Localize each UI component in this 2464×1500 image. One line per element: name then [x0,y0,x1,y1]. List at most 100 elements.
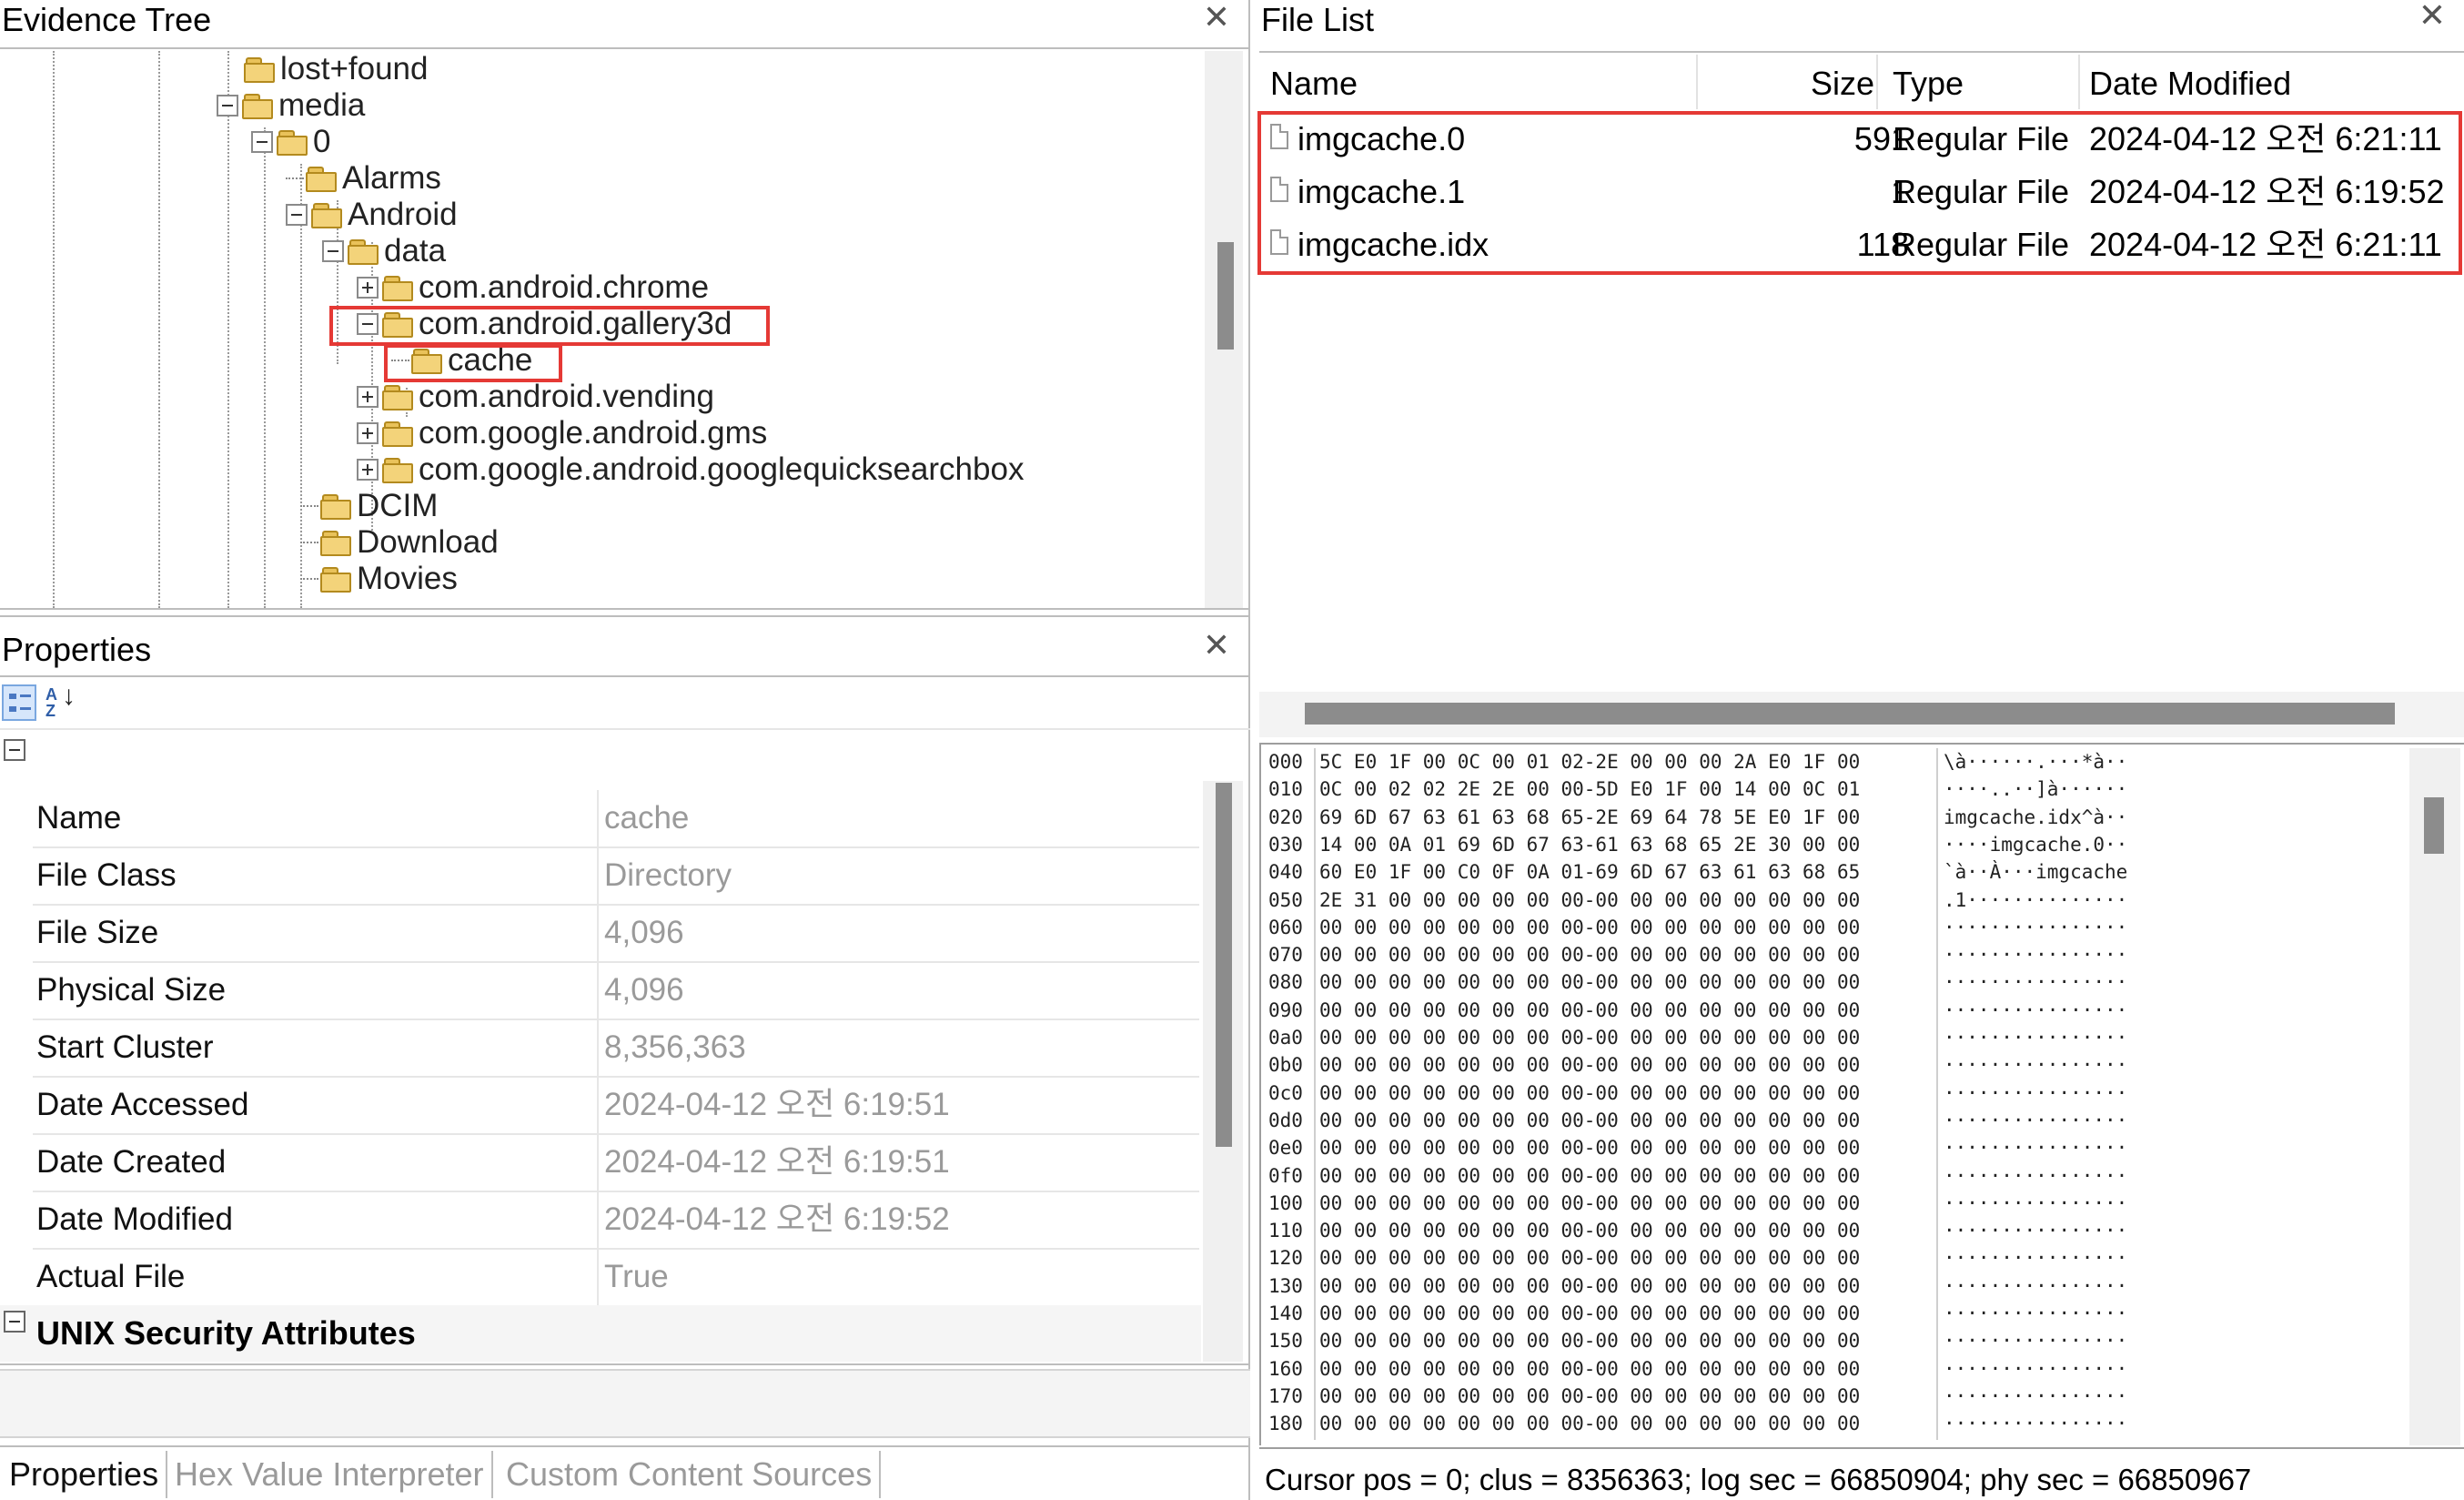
hex-ascii: ················ [1944,1330,2128,1353]
tree-node-label: Alarms [342,160,441,196]
property-label: Physical Size [36,972,227,1008]
column-divider[interactable] [1696,55,1698,109]
evidence-tree-close-icon[interactable]: ✕ [1201,1,1232,35]
properties-bottom-border [0,1363,1250,1365]
property-row-file-size[interactable]: File Size 4,096 [33,905,1199,963]
collapse-icon[interactable] [4,1311,25,1333]
tree-node-label: Android [348,197,458,232]
property-row-physical-size[interactable]: Physical Size 4,096 [33,962,1199,1020]
tree-node-android[interactable]: Android [286,197,458,233]
hex-bytes: 00 00 00 00 00 00 00 00-00 00 00 00 00 0… [1319,1027,1861,1049]
property-row-date-created[interactable]: Date Created 2024-04-12 오전 6:19:51 [33,1134,1199,1192]
pane-splitter[interactable] [1248,0,1250,1500]
hex-ascii: \à······.···*à·· [1944,751,2128,773]
file-list-hscrollbar-thumb[interactable] [1305,703,2395,725]
property-value: 2024-04-12 오전 6:19:51 [604,1144,950,1180]
tree-node-label: data [384,233,447,269]
hex-offset: 070 [1268,944,1303,967]
expand-icon[interactable] [357,459,379,481]
hex-viewer[interactable]: 000 5C E0 1F 00 0C 00 01 02-2E 00 00 00 2… [1263,748,2406,1440]
tree-node-media[interactable]: media [217,87,365,124]
column-divider[interactable] [2078,55,2080,109]
evidence-tree: lost+found media 0 Alarms Android data c… [0,51,1205,608]
property-row-start-cluster[interactable]: Start Cluster 8,356,363 [33,1019,1199,1078]
hex-bytes: 00 00 00 00 00 00 00 00-00 00 00 00 00 0… [1319,1274,1861,1297]
property-column-divider[interactable] [597,790,599,1305]
hex-ascii: ················ [1944,1054,2128,1077]
status-divider [1259,1447,2464,1449]
property-row-date-modified[interactable]: Date Modified 2024-04-12 오전 6:19:52 [33,1191,1199,1250]
properties-close-icon[interactable]: ✕ [1201,629,1232,663]
categorized-view-icon[interactable] [2,684,36,721]
collapse-icon[interactable] [251,131,273,153]
tree-node-com-google-android-gms[interactable]: com.google.android.gms [357,415,767,451]
tree-node-com-android-vending[interactable]: com.android.vending [357,379,714,415]
column-header-type[interactable]: Type [1893,60,1964,107]
hex-bytes: 00 00 00 00 00 00 00 00-00 00 00 00 00 0… [1319,1191,1861,1214]
hex-ascii: ················ [1944,1413,2128,1435]
column-header-date-modified[interactable]: Date Modified [2089,60,2291,107]
hex-offset: 0d0 [1268,1109,1303,1131]
hex-bytes: 00 00 00 00 00 00 00 00-00 00 00 00 00 0… [1319,1054,1861,1077]
property-row-name[interactable]: Name cache [33,790,1199,848]
tree-scrollbar-thumb[interactable] [1217,242,1234,350]
column-header-size[interactable]: Size [1811,60,1874,107]
tab-custom-content-sources[interactable]: Custom Content Sources [499,1451,882,1498]
hex-bytes: 00 00 00 00 00 00 00 00-00 00 00 00 00 0… [1319,1384,1861,1407]
folder-icon [382,276,413,301]
hex-bytes: 00 00 00 00 00 00 00 00-00 00 00 00 00 0… [1319,1302,1861,1324]
collapse-icon[interactable] [217,95,238,117]
tree-node-label: com.android.vending [419,379,714,414]
hex-ascii: `à··À···imgcache [1944,861,2128,884]
hex-bytes: 00 00 00 00 00 00 00 00-00 00 00 00 00 0… [1319,1220,1861,1242]
tree-node-com-google-android-googlequicksearchbox[interactable]: com.google.android.googlequicksearchbox [357,451,1024,488]
tree-node-alarms[interactable]: Alarms [286,160,441,197]
tree-node-data[interactable]: data [322,233,446,269]
tree-node-dcim[interactable]: DCIM [300,488,438,524]
evidence-tree-header-divider [0,47,1250,49]
hex-offset: 0e0 [1268,1137,1303,1160]
folder-icon [277,130,308,156]
column-divider[interactable] [1876,55,1878,109]
hex-bytes: 00 00 00 00 00 00 00 00-00 00 00 00 00 0… [1319,998,1861,1021]
expand-icon[interactable] [357,277,379,299]
collapse-icon[interactable] [286,204,308,226]
folder-icon [306,167,337,192]
expand-icon[interactable] [357,386,379,408]
hex-offset: 090 [1268,998,1303,1021]
tree-guide [158,51,160,608]
collapse-icon[interactable] [322,240,344,262]
tree-node-0[interactable]: 0 [251,124,330,160]
hex-offset: 180 [1268,1413,1303,1435]
hex-bytes: 00 00 00 00 00 00 00 00-00 00 00 00 00 0… [1319,1330,1861,1353]
tree-node-label: Movies [357,561,458,596]
column-header-name[interactable]: Name [1270,60,1358,107]
tree-node-movies[interactable]: Movies [300,561,458,597]
tree-node-com-android-chrome[interactable]: com.android.chrome [357,269,709,306]
file-list-close-icon[interactable]: ✕ [2417,0,2448,33]
highlight-file-rows [1257,111,2462,275]
tab-hex-value-interpreter[interactable]: Hex Value Interpreter [167,1451,493,1498]
expand-icon[interactable] [357,422,379,444]
hex-ascii: ················ [1944,1164,2128,1187]
hex-left-border [1259,745,1261,1445]
unix-security-section[interactable]: UNIX Security Attributes [0,1305,1201,1362]
folder-icon [320,494,351,520]
tree-node-lost-found[interactable]: lost+found [218,51,429,87]
property-row-date-accessed[interactable]: Date Accessed 2024-04-12 오전 6:19:51 [33,1077,1199,1135]
hex-offset: 010 [1268,778,1303,801]
hex-scrollbar-thumb[interactable] [2424,797,2444,854]
properties-scrollbar-thumb[interactable] [1216,783,1232,1147]
tab-properties[interactable]: Properties [2,1451,168,1498]
hex-ascii: ················ [1944,1027,2128,1049]
tree-node-download[interactable]: Download [300,524,499,561]
property-label: File Class [36,857,177,893]
folder-icon [348,239,379,265]
folder-icon [311,203,342,228]
property-row-actual-file[interactable]: Actual File True [33,1249,1199,1305]
collapse-icon[interactable] [4,739,25,761]
tree-bottom-divider [0,608,1250,610]
property-row-file-class[interactable]: File Class Directory [33,847,1199,906]
sort-alpha-icon[interactable]: A Z ↓ [44,683,80,723]
hex-bytes: 00 00 00 00 00 00 00 00-00 00 00 00 00 0… [1319,944,1861,967]
